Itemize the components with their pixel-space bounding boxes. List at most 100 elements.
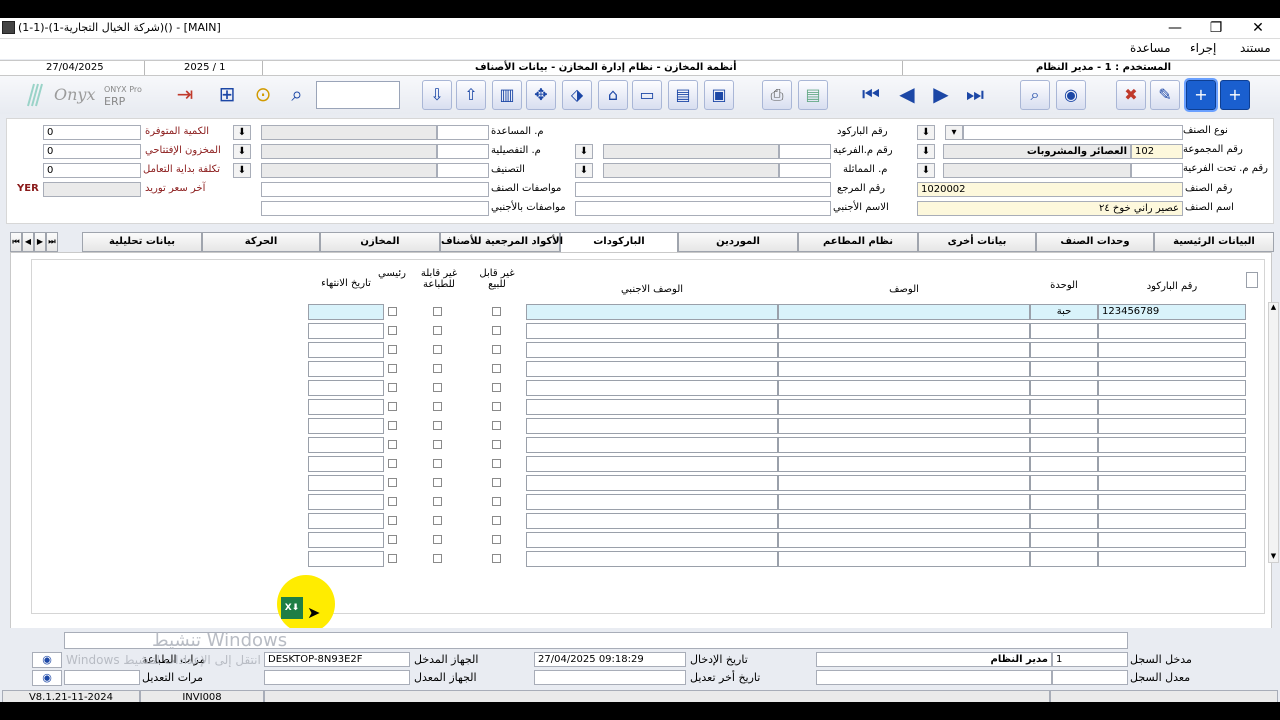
foreign-description-cell[interactable] [526, 418, 778, 434]
edit-icon[interactable]: ✎ [1150, 80, 1180, 110]
previous-record-icon[interactable]: ◀ [892, 80, 922, 110]
unit-cell[interactable] [1030, 513, 1098, 529]
exit-icon[interactable]: ⇥ [170, 80, 200, 110]
foreign-description-cell[interactable] [526, 304, 778, 320]
document-icon[interactable]: ▤ [668, 80, 698, 110]
helper-code-field[interactable] [437, 125, 489, 140]
not-printable-checkbox[interactable] [433, 440, 442, 449]
scroll-up-icon[interactable]: ▲ [1269, 303, 1278, 312]
not-sellable-checkbox[interactable] [492, 326, 501, 335]
download-icon[interactable]: ⬇ [575, 163, 593, 178]
tab-barcodes[interactable]: الباركودات [560, 232, 678, 254]
main-checkbox[interactable] [388, 516, 397, 525]
select-all-checkbox[interactable] [1246, 272, 1258, 288]
hierarchy-icon[interactable]: ⊞ [212, 80, 242, 110]
download-icon[interactable]: ⬇ [233, 163, 251, 178]
unit-cell[interactable] [1030, 323, 1098, 339]
not-printable-checkbox[interactable] [433, 554, 442, 563]
tab-main-data[interactable]: البيانات الرئيسية [1154, 232, 1274, 252]
main-checkbox[interactable] [388, 402, 397, 411]
detail-code-field[interactable] [437, 144, 489, 159]
unit-cell[interactable] [1030, 551, 1098, 567]
opening-stock-field[interactable]: 0 [43, 144, 141, 159]
foreign-specs-field[interactable] [261, 201, 489, 216]
subsub-code-field[interactable] [1131, 163, 1183, 178]
end-date-cell[interactable] [308, 342, 384, 358]
main-checkbox[interactable] [388, 421, 397, 430]
scroll-down-icon[interactable]: ▼ [1269, 552, 1278, 561]
search-icon[interactable]: ⌕ [282, 80, 312, 110]
unit-cell[interactable] [1030, 532, 1098, 548]
main-checkbox[interactable] [388, 383, 397, 392]
not-printable-checkbox[interactable] [433, 364, 442, 373]
not-printable-checkbox[interactable] [433, 402, 442, 411]
tab-reference-codes[interactable]: الأكواد المرجعية للأصناف [440, 232, 563, 252]
barcode-cell[interactable] [1098, 456, 1246, 472]
description-cell[interactable] [778, 475, 1030, 491]
not-sellable-checkbox[interactable] [492, 383, 501, 392]
barcode-cell[interactable] [1098, 437, 1246, 453]
start-cost-field[interactable]: 0 [43, 163, 141, 178]
print-icon[interactable]: ⎙ [762, 80, 792, 110]
unit-cell[interactable]: حبة [1030, 304, 1098, 320]
unit-cell[interactable] [1030, 342, 1098, 358]
unit-cell[interactable] [1030, 437, 1098, 453]
main-checkbox[interactable] [388, 440, 397, 449]
main-checkbox[interactable] [388, 459, 397, 468]
end-date-cell[interactable] [308, 437, 384, 453]
dropdown-arrow-icon[interactable]: ▾ [945, 125, 963, 140]
delete-icon[interactable]: ✖ [1116, 80, 1146, 110]
first-record-icon[interactable]: ⏮ [856, 80, 886, 110]
unit-cell[interactable] [1030, 399, 1098, 415]
description-cell[interactable] [778, 532, 1030, 548]
barcode-cell[interactable] [1098, 342, 1246, 358]
end-date-cell[interactable] [308, 323, 384, 339]
unit-cell[interactable] [1030, 494, 1098, 510]
not-sellable-checkbox[interactable] [492, 516, 501, 525]
barcode-cell[interactable] [1098, 323, 1246, 339]
not-printable-checkbox[interactable] [433, 497, 442, 506]
main-checkbox[interactable] [388, 307, 397, 316]
restore-button[interactable]: ❐ [1196, 18, 1236, 39]
tag-icon[interactable]: ⬗ [562, 80, 592, 110]
export-excel-icon[interactable]: ⇩ [422, 80, 452, 110]
not-sellable-checkbox[interactable] [492, 402, 501, 411]
tab-scroll-prev-icon[interactable]: ◀ [22, 232, 34, 252]
menu-action[interactable]: إجراء [1190, 41, 1216, 55]
barcode-cell[interactable] [1098, 380, 1246, 396]
description-cell[interactable] [778, 342, 1030, 358]
not-printable-checkbox[interactable] [433, 383, 442, 392]
end-date-cell[interactable] [308, 418, 384, 434]
not-sellable-checkbox[interactable] [492, 364, 501, 373]
end-date-cell[interactable] [308, 399, 384, 415]
similar-code-field[interactable] [779, 163, 831, 178]
tab-scroll-last-icon[interactable]: ⏮ [10, 232, 22, 252]
minimize-button[interactable]: — [1155, 18, 1195, 39]
description-cell[interactable] [778, 513, 1030, 529]
download-icon[interactable]: ⬇ [917, 125, 935, 140]
ref-no-field[interactable] [575, 182, 831, 197]
description-cell[interactable] [778, 380, 1030, 396]
tab-movement[interactable]: الحركة [202, 232, 320, 252]
description-cell[interactable] [778, 494, 1030, 510]
end-date-cell[interactable] [308, 494, 384, 510]
move-icon[interactable]: ✥ [526, 80, 556, 110]
sub-code-field[interactable] [779, 144, 831, 159]
tab-analytics[interactable]: بيانات تحليلية [82, 232, 202, 252]
end-date-cell[interactable] [308, 513, 384, 529]
end-date-cell[interactable] [308, 380, 384, 396]
main-checkbox[interactable] [388, 326, 397, 335]
next-record-icon[interactable]: ▶ [926, 80, 956, 110]
description-cell[interactable] [778, 304, 1030, 320]
import-excel-icon[interactable]: ⇧ [456, 80, 486, 110]
grid-scrollbar[interactable]: ▲ ▼ [1268, 302, 1279, 563]
unit-cell[interactable] [1030, 418, 1098, 434]
foreign-description-cell[interactable] [526, 494, 778, 510]
unit-cell[interactable] [1030, 361, 1098, 377]
search-document-icon[interactable]: ⌕ [1020, 80, 1050, 110]
tab-suppliers[interactable]: الموردين [678, 232, 798, 252]
unit-cell[interactable] [1030, 456, 1098, 472]
add-icon[interactable]: + [1184, 78, 1218, 112]
not-printable-checkbox[interactable] [433, 535, 442, 544]
not-sellable-checkbox[interactable] [492, 421, 501, 430]
